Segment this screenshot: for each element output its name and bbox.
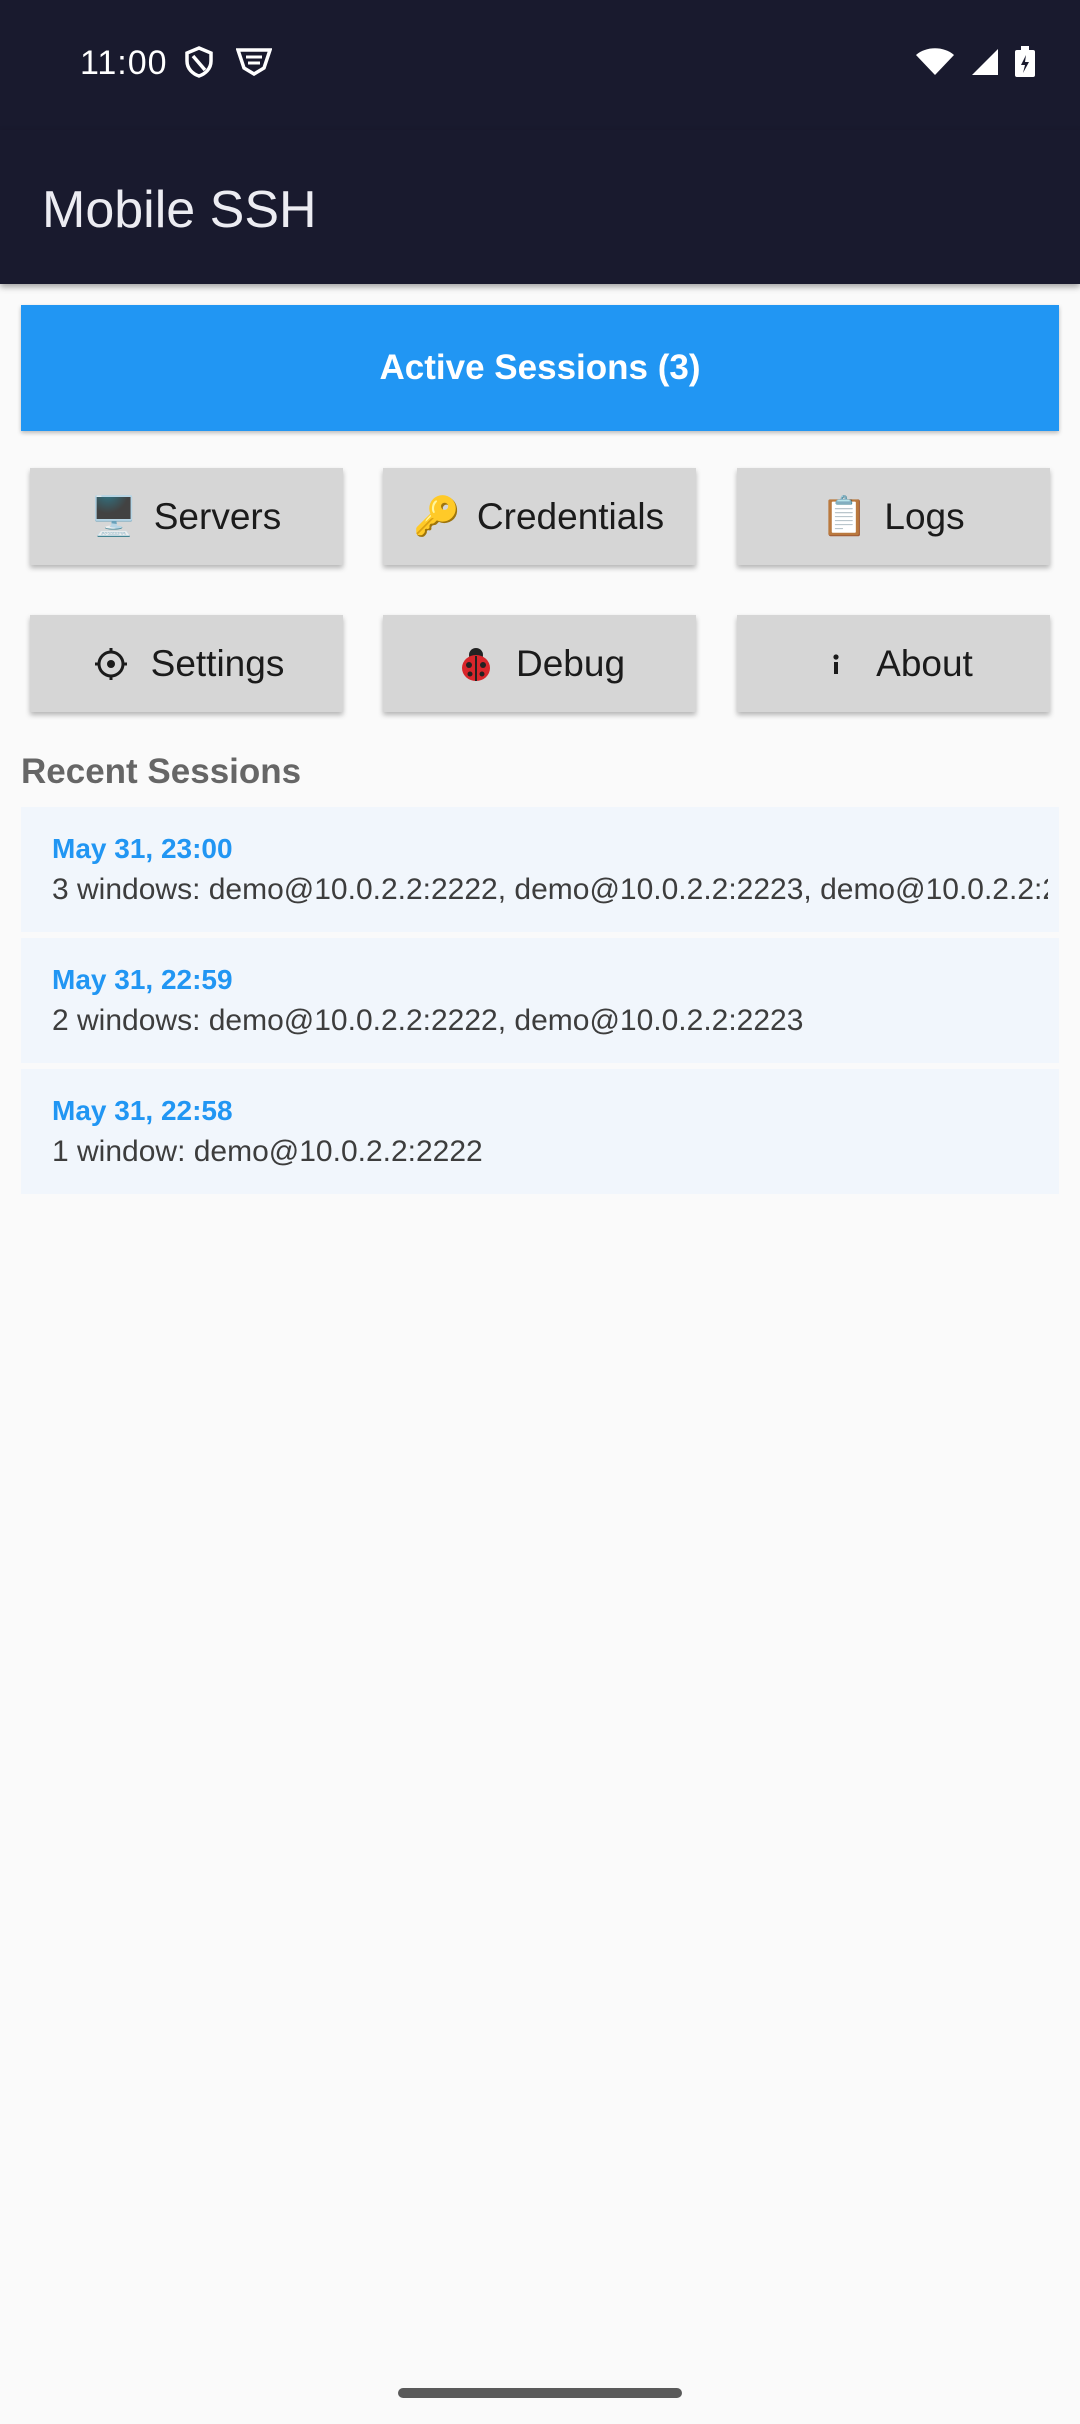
computer-icon: 🖥️ [90,495,138,538]
home-indicator[interactable] [398,2388,682,2398]
session-card[interactable]: May 31, 23:00 3 windows: demo@10.0.2.2:2… [21,807,1059,932]
session-card[interactable]: May 31, 22:59 2 windows: demo@10.0.2.2:2… [21,938,1059,1063]
about-label: About [876,642,973,684]
clipboard-icon: 📋 [820,495,869,538]
session-description: 3 windows: demo@10.0.2.2:2222, demo@10.0… [52,873,1048,906]
status-left-icons [184,46,273,83]
session-description: 2 windows: demo@10.0.2.2:2222, demo@10.0… [52,1004,804,1037]
active-sessions-button[interactable]: Active Sessions (3) [21,305,1059,431]
status-bar: 11:00 [0,0,1080,130]
notification-icon [235,46,273,83]
recent-sessions-title: Recent Sessions [21,752,302,791]
info-icon [814,642,858,686]
ladybug-icon [454,642,498,686]
app-title: Mobile SSH [42,181,317,239]
logs-button[interactable]: 📋 Logs [737,468,1050,565]
session-time: May 31, 22:59 [52,964,233,995]
servers-button[interactable]: 🖥️ Servers [30,468,343,565]
wifi-icon [914,47,956,82]
status-time: 11:00 [80,44,168,82]
battery-icon [1014,46,1036,83]
settings-label: Settings [150,642,285,684]
cellular-signal-icon [970,47,1000,82]
servers-label: Servers [153,495,282,537]
session-description: 1 window: demo@10.0.2.2:2222 [52,1135,483,1168]
session-time: May 31, 22:58 [52,1095,233,1126]
logs-label: Logs [884,495,965,537]
key-icon: 🔑 [413,495,461,538]
settings-button[interactable]: Settings [30,615,343,712]
credentials-label: Credentials [476,495,665,537]
debug-label: Debug [515,642,626,684]
session-card[interactable]: May 31, 22:58 1 window: demo@10.0.2.2:22… [21,1069,1059,1194]
credentials-button[interactable]: 🔑 Credentials [383,468,696,565]
gear-icon [89,642,133,686]
app-bar: Mobile SSH [0,130,1080,284]
about-button[interactable]: About [737,615,1050,712]
session-time: May 31, 23:00 [52,833,233,864]
debug-button[interactable]: Debug [383,615,696,712]
shield-icon [184,46,214,83]
status-right-icons [914,46,1036,83]
